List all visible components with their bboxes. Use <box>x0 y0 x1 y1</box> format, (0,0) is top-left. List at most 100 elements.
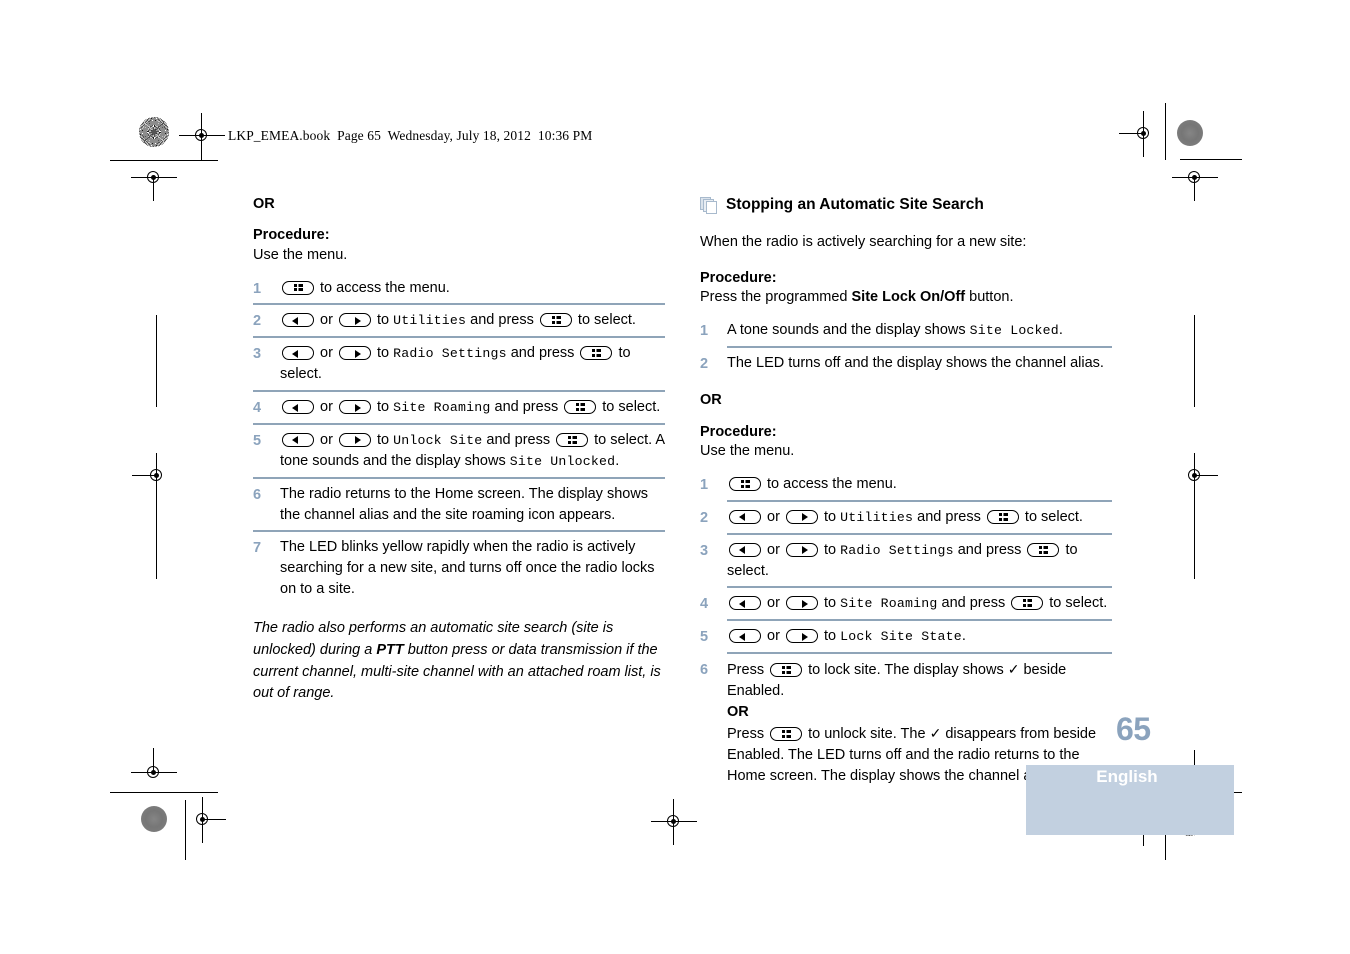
step-number: 1 <box>700 476 709 493</box>
left-arrow-key-icon[interactable] <box>282 346 314 361</box>
step-text: to access the menu. <box>727 474 1112 495</box>
right-arrow-key-icon[interactable] <box>338 432 371 447</box>
right-arrow-key-icon[interactable] <box>785 509 818 524</box>
step-text-run: to access the menu. <box>316 279 450 296</box>
right-column: Stopping an Automatic Site Search When t… <box>700 196 1112 791</box>
menu-key-icon[interactable] <box>770 726 803 741</box>
menu-key-icon[interactable] <box>1027 542 1060 557</box>
display-string: Site Locked <box>969 322 1059 338</box>
menu-key-icon[interactable] <box>580 346 613 361</box>
step-text-run: . <box>1058 321 1063 338</box>
step-separator <box>253 476 665 479</box>
left-arrow-key-icon[interactable] <box>282 400 314 415</box>
step-text: The radio returns to the Home screen. Th… <box>280 484 665 526</box>
step-separator <box>253 303 665 306</box>
step-text-run: or <box>763 508 784 525</box>
step-item: 2 The LED turns off and the display shows… <box>700 353 1112 379</box>
step-item: 7 The LED blinks yellow rapidly when the … <box>253 537 665 605</box>
crop-line-bottom-left-vertical <box>185 800 186 860</box>
step-number: 4 <box>253 400 262 417</box>
menu-key-icon[interactable] <box>770 663 803 678</box>
right-arrow-key-icon[interactable] <box>338 400 371 415</box>
step-text-run: to select. <box>1020 508 1083 525</box>
menu-key-icon[interactable] <box>729 476 761 491</box>
step-text-run: Press <box>727 662 769 679</box>
crop-line-header-vertical <box>201 113 202 160</box>
step-separator <box>253 336 665 339</box>
crop-line-mid-left-lower <box>156 487 157 579</box>
right-procedure-label-1: Procedure: <box>700 269 777 286</box>
step-text: The LED turns off and the display shows … <box>727 353 1112 374</box>
step-text-run: or <box>316 399 337 416</box>
crop-line-mid-right-lower <box>1194 487 1195 579</box>
left-arrow-key-icon[interactable] <box>729 629 761 644</box>
step-number: 4 <box>700 596 709 613</box>
right-arrow-key-icon[interactable] <box>338 313 371 328</box>
step-number: 1 <box>700 322 709 339</box>
press-after: button. <box>965 289 1014 306</box>
step-item: 1 to access the menu. <box>700 474 1112 507</box>
step-separator <box>727 652 1112 655</box>
step-separator <box>727 532 1112 535</box>
step-separator <box>253 422 665 425</box>
right-arrow-key-icon[interactable] <box>338 346 371 361</box>
step-text-run: and press <box>937 595 1010 612</box>
step-text-run: or <box>763 628 784 645</box>
step-text-run: to <box>819 508 841 525</box>
crop-line-bottom-left <box>110 792 218 793</box>
left-arrow-key-icon[interactable] <box>729 509 761 524</box>
left-arrow-key-icon[interactable] <box>282 432 314 447</box>
menu-key-icon[interactable] <box>539 313 572 328</box>
display-string: Unlock Site <box>393 432 483 448</box>
menu-key-icon[interactable] <box>986 509 1019 524</box>
step-item: 3 or to Radio Settings and press to sele… <box>700 540 1112 594</box>
right-arrow-key-icon[interactable] <box>785 596 818 611</box>
crop-line-mid-right <box>1194 315 1195 407</box>
display-string: Utilities <box>393 313 467 329</box>
step-separator <box>727 345 1112 348</box>
step-text-run: and press <box>466 312 538 329</box>
crop-line-top-right-vertical <box>1165 103 1166 160</box>
step-text-run: or <box>316 312 337 329</box>
menu-key-icon[interactable] <box>282 280 314 295</box>
step-text: The LED blinks yellow rapidly when the r… <box>280 537 665 600</box>
registration-mark-bottom-center <box>651 799 697 845</box>
left-arrow-key-icon[interactable] <box>729 596 761 611</box>
left-arrow-key-icon[interactable] <box>729 542 761 557</box>
registration-mark-top-right <box>1119 111 1157 157</box>
step-text-run: or <box>316 345 337 362</box>
menu-key-icon[interactable] <box>564 400 597 415</box>
menu-key-icon[interactable] <box>1011 596 1044 611</box>
step-text: to access the menu. <box>280 278 665 299</box>
checkmark-icon: ✓ <box>929 724 942 741</box>
step-text: or to Site Roaming and press to select. <box>727 593 1112 614</box>
left-procedure-intro: Use the menu. <box>253 246 348 263</box>
right-intro: When the radio is actively searching for… <box>700 234 1027 250</box>
halftone-dot-bottom-left <box>141 806 167 832</box>
right-or-label: OR <box>700 392 722 409</box>
step-text-run: and press <box>506 345 579 362</box>
step-separator <box>253 530 665 533</box>
halftone-target-top-left <box>139 117 169 147</box>
step-text: or to Site Roaming and press to select. <box>280 397 665 418</box>
right-arrow-key-icon[interactable] <box>785 629 818 644</box>
right-arrow-key-icon[interactable] <box>785 542 818 557</box>
book-header-line: LKP_EMEA.book Page 65 Wednesday, July 18… <box>228 128 593 143</box>
right-procedure-press: Press the programmed Site Lock On/Off bu… <box>700 288 1112 308</box>
menu-key-icon[interactable] <box>556 432 589 447</box>
display-string: Site Roaming <box>393 400 491 416</box>
registration-mark-top-right-2 <box>1172 165 1218 201</box>
left-arrow-key-icon[interactable] <box>282 313 314 328</box>
left-procedure-label: Procedure: <box>253 227 330 244</box>
step-text: or to Utilities and press to select. <box>280 310 665 331</box>
display-string: Radio Settings <box>393 346 507 362</box>
step-item: 5 or to Unlock Site and press to select.… <box>253 430 665 484</box>
step-text-run: to <box>819 541 841 558</box>
press-bold: Site Lock On/Off <box>851 289 966 306</box>
stacked-pages-icon <box>700 197 717 215</box>
section-heading: Stopping an Automatic Site Search <box>700 196 1112 215</box>
step-text-run: or <box>763 595 784 612</box>
step-text: or to Lock Site State. <box>727 626 1112 647</box>
step-item: 1 to access the menu. <box>253 278 665 311</box>
crop-line-top-right <box>1180 159 1242 160</box>
